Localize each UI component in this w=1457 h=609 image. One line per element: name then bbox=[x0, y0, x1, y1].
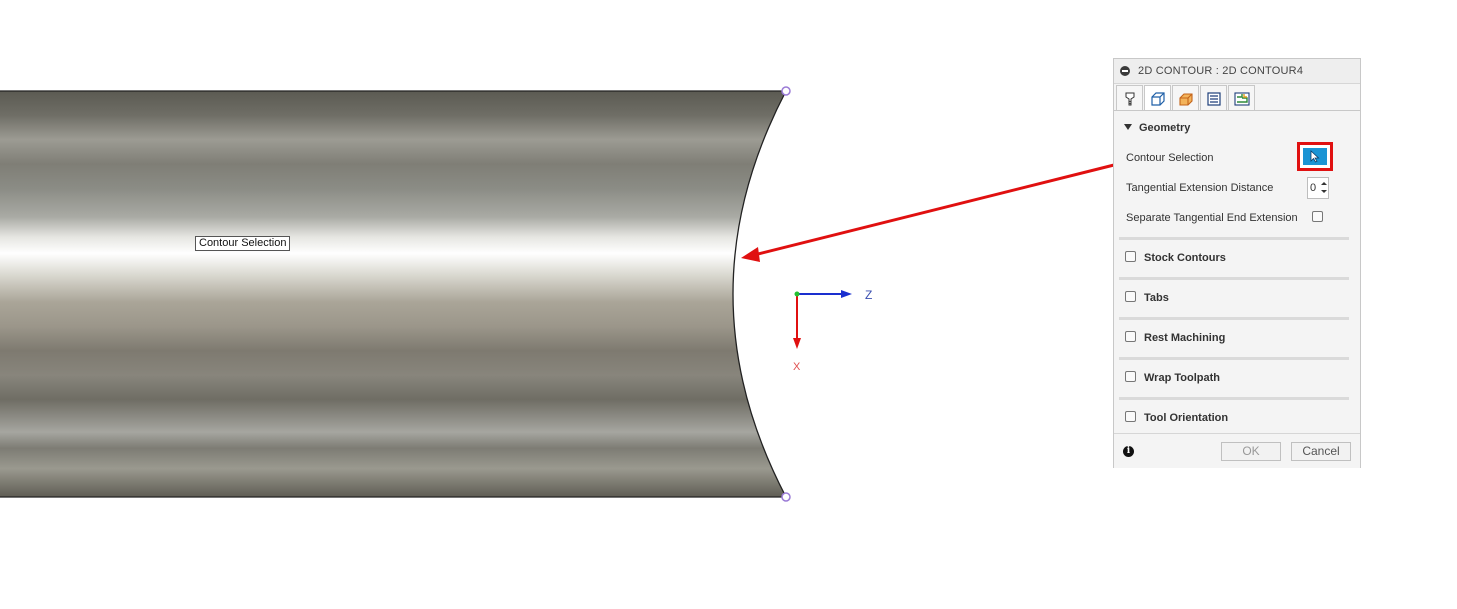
passes-icon bbox=[1207, 92, 1221, 106]
tab-tool[interactable] bbox=[1116, 85, 1143, 111]
expand-triangle-icon bbox=[1124, 124, 1132, 130]
tool-icon bbox=[1125, 92, 1135, 106]
callout-arrowhead bbox=[741, 247, 760, 262]
tangential-extension-label: Tangential Extension Distance bbox=[1126, 182, 1274, 194]
stock-contours-header[interactable]: Stock Contours bbox=[1144, 252, 1226, 264]
x-axis-arrowhead bbox=[793, 338, 801, 349]
z-axis-label: Z bbox=[865, 288, 873, 302]
rest-machining-checkbox[interactable] bbox=[1125, 331, 1136, 342]
tangential-extension-input[interactable]: 0 bbox=[1307, 177, 1329, 199]
tabs-checkbox[interactable] bbox=[1125, 291, 1136, 302]
stock-contours-checkbox[interactable] bbox=[1125, 251, 1136, 262]
ok-button[interactable]: OK bbox=[1221, 442, 1281, 461]
callout-arrow bbox=[753, 162, 1119, 257]
cancel-button[interactable]: Cancel bbox=[1291, 442, 1351, 461]
contour-selection-highlight bbox=[1297, 142, 1333, 171]
dialog-title: 2D CONTOUR : 2D CONTOUR4 bbox=[1138, 65, 1304, 77]
tab-linking[interactable] bbox=[1228, 85, 1255, 111]
spin-down-icon[interactable] bbox=[1320, 188, 1328, 197]
tabs-separator bbox=[1114, 110, 1360, 111]
end-point-marker bbox=[781, 492, 791, 502]
tab-geometry[interactable] bbox=[1144, 85, 1171, 111]
contour-selection-button[interactable] bbox=[1303, 148, 1327, 165]
origin-marker bbox=[794, 291, 800, 297]
separate-tangential-checkbox[interactable] bbox=[1312, 211, 1323, 222]
linking-icon bbox=[1234, 92, 1250, 106]
section-divider bbox=[1119, 397, 1349, 400]
contour-selection-tooltip: Contour Selection bbox=[195, 236, 291, 251]
section-divider bbox=[1119, 317, 1349, 320]
z-axis-arrowhead bbox=[841, 290, 852, 298]
geometry-heading: Geometry bbox=[1139, 122, 1191, 134]
tool-orientation-header[interactable]: Tool Orientation bbox=[1144, 412, 1228, 424]
heights-icon bbox=[1179, 93, 1193, 106]
contour-selection-label: Contour Selection bbox=[1126, 152, 1214, 164]
section-divider bbox=[1119, 357, 1349, 360]
wrap-toolpath-checkbox[interactable] bbox=[1125, 371, 1136, 382]
cylinder-body bbox=[0, 91, 786, 497]
2d-contour-dialog: 2D CONTOUR : 2D CONTOUR4 Geometry Contou… bbox=[1113, 58, 1361, 468]
geometry-icon bbox=[1151, 92, 1165, 106]
section-divider bbox=[1119, 237, 1349, 240]
info-icon[interactable]: i bbox=[1123, 446, 1134, 457]
wrap-toolpath-header[interactable]: Wrap Toolpath bbox=[1144, 372, 1220, 384]
dialog-header: 2D CONTOUR : 2D CONTOUR4 bbox=[1114, 59, 1360, 84]
tab-passes[interactable] bbox=[1200, 85, 1227, 111]
tool-orientation-checkbox[interactable] bbox=[1125, 411, 1136, 422]
separate-tangential-label: Separate Tangential End Extension bbox=[1126, 212, 1298, 224]
geometry-section-header[interactable]: Geometry bbox=[1124, 122, 1190, 134]
dialog-footer: i OK Cancel bbox=[1114, 433, 1360, 468]
tabs-header[interactable]: Tabs bbox=[1144, 292, 1169, 304]
tab-heights[interactable] bbox=[1172, 85, 1199, 111]
spin-up-icon[interactable] bbox=[1320, 179, 1328, 188]
pointer-icon bbox=[1310, 150, 1320, 163]
section-divider bbox=[1119, 277, 1349, 280]
rest-machining-header[interactable]: Rest Machining bbox=[1144, 332, 1225, 344]
tangential-extension-value: 0 bbox=[1310, 182, 1317, 194]
end-point-marker bbox=[781, 86, 791, 96]
collapse-icon[interactable] bbox=[1120, 66, 1130, 76]
x-axis-label: X bbox=[793, 361, 801, 373]
